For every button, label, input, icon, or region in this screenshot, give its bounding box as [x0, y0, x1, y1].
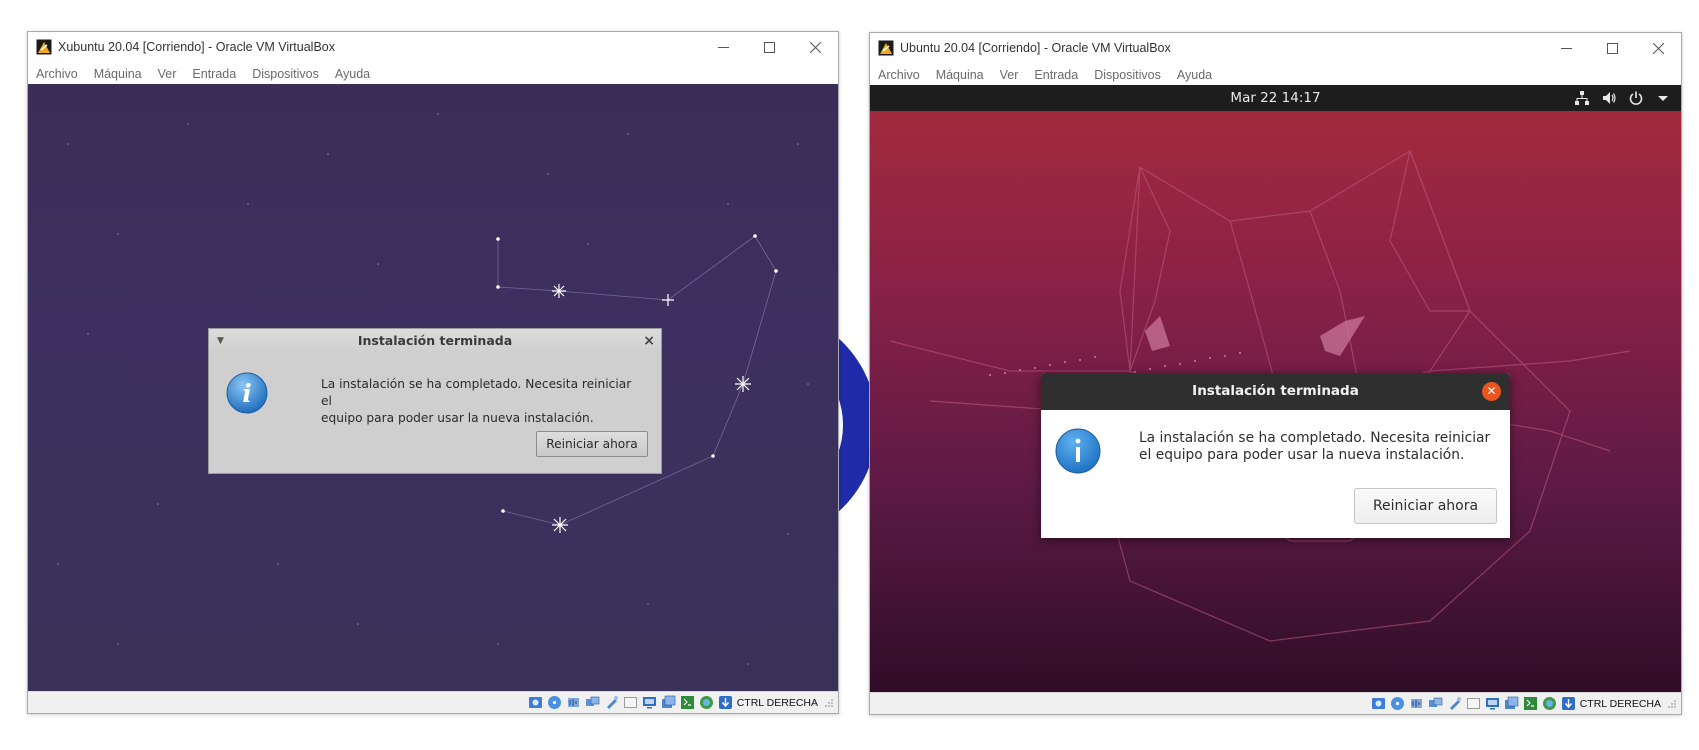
shared-folders-icon[interactable] [1466, 696, 1481, 711]
usb-icon[interactable] [604, 695, 619, 710]
desktop: Xubuntu 20.04 [Corriendo] - Oracle VM Vi… [0, 0, 1699, 750]
system-tray[interactable] [1563, 85, 1671, 111]
svg-text:i: i [242, 379, 252, 408]
minimize-icon [717, 46, 729, 48]
host-key-arrow-icon[interactable] [718, 695, 733, 710]
menu-archivo[interactable]: Archivo [878, 68, 920, 82]
resize-grip-icon[interactable] [824, 698, 834, 708]
video-capture-icon[interactable] [661, 695, 676, 710]
menu-dispositivos[interactable]: Dispositivos [1094, 68, 1161, 82]
dialog-message: La instalación se ha completado. Necesit… [1139, 430, 1499, 464]
info-icon: i [226, 372, 268, 414]
dialog-close-icon[interactable]: ✕ [1482, 382, 1501, 401]
dialog-titlebar[interactable]: Instalación terminada ✕ [1041, 373, 1510, 410]
install-complete-dialog: ▼ Instalación terminada × i La instalaci… [208, 328, 662, 474]
virtualbox-window-xubuntu[interactable]: Xubuntu 20.04 [Corriendo] - Oracle VM Vi… [27, 31, 839, 714]
dialog-message-line2: el equipo para poder usar la nueva insta… [1139, 447, 1465, 463]
menu-ver[interactable]: Ver [1000, 68, 1019, 82]
resize-grip-icon[interactable] [1667, 699, 1677, 709]
menu-ver[interactable]: Ver [158, 67, 177, 81]
dialog-title: Instalación terminada [357, 333, 513, 348]
network-adapter-icon[interactable] [585, 695, 600, 710]
close-button[interactable] [1635, 33, 1681, 63]
shared-folders-icon[interactable] [623, 695, 638, 710]
video-capture-icon[interactable] [1504, 696, 1519, 711]
window-title: Ubuntu 20.04 [Corriendo] - Oracle VM Vir… [900, 41, 1171, 55]
network-icon [1575, 91, 1589, 105]
menu-ayuda[interactable]: Ayuda [1177, 68, 1212, 82]
power-icon [1629, 91, 1643, 105]
window-titlebar[interactable]: Ubuntu 20.04 [Corriendo] - Oracle VM Vir… [870, 33, 1681, 63]
dialog-close-icon[interactable]: × [643, 329, 655, 353]
virtualbox-window-ubuntu[interactable]: Ubuntu 20.04 [Corriendo] - Oracle VM Vir… [869, 32, 1682, 715]
window-title: Xubuntu 20.04 [Corriendo] - Oracle VM Vi… [58, 40, 335, 54]
gnome-top-bar: Mar 22 14:17 [870, 85, 1681, 111]
restart-now-button[interactable]: Reiniciar ahora [1354, 488, 1497, 524]
dialog-titlebar[interactable]: ▼ Instalación terminada × [209, 329, 661, 353]
volume-icon [1603, 92, 1616, 104]
vm-statusbar: CTRL DERECHA [870, 692, 1681, 714]
maximize-icon [1606, 42, 1618, 54]
usb-icon[interactable] [1447, 696, 1462, 711]
install-complete-dialog: Instalación terminada ✕ La instalación s… [1041, 373, 1510, 538]
host-key-arrow-icon[interactable] [1561, 696, 1576, 711]
window-titlebar[interactable]: Xubuntu 20.04 [Corriendo] - Oracle VM Vi… [28, 32, 838, 62]
menubar: Archivo Máquina Ver Entrada Dispositivos… [870, 64, 1681, 86]
guest-additions-icon[interactable] [1542, 696, 1557, 711]
vm-screen-ubuntu[interactable]: Mar 22 14:17 Instalación terminada ✕ La … [870, 85, 1681, 693]
optical-drive-icon[interactable] [547, 695, 562, 710]
menu-arrow-icon [1658, 96, 1668, 101]
restart-now-button[interactable]: Reiniciar ahora [536, 431, 648, 457]
menu-maquina[interactable]: Máquina [936, 68, 984, 82]
vm-screen-xubuntu[interactable]: ▼ Instalación terminada × i La instalaci… [28, 84, 838, 692]
menu-entrada[interactable]: Entrada [1034, 68, 1078, 82]
menubar: Archivo Máquina Ver Entrada Dispositivos… [28, 63, 838, 85]
host-key-label: CTRL DERECHA [736, 696, 818, 709]
minimize-button[interactable] [1543, 33, 1589, 63]
display-icon[interactable] [642, 695, 657, 710]
hard-disk-icon[interactable] [528, 695, 543, 710]
audio-icon[interactable] [566, 695, 581, 710]
close-button[interactable] [792, 32, 838, 62]
menu-entrada[interactable]: Entrada [192, 67, 236, 81]
menu-dispositivos[interactable]: Dispositivos [252, 67, 319, 81]
optical-drive-icon[interactable] [1390, 696, 1405, 711]
dialog-message: La instalación se ha completado. Necesit… [321, 376, 641, 427]
close-icon [1652, 42, 1664, 54]
hard-disk-icon[interactable] [1371, 696, 1386, 711]
maximize-button[interactable] [746, 32, 792, 62]
audio-icon[interactable] [1409, 696, 1424, 711]
network-adapter-icon[interactable] [1428, 696, 1443, 711]
window-menu-arrow-icon[interactable]: ▼ [217, 329, 224, 353]
vm-process-icon[interactable] [1523, 696, 1538, 711]
display-icon[interactable] [1485, 696, 1500, 711]
menu-maquina[interactable]: Máquina [94, 67, 142, 81]
menu-ayuda[interactable]: Ayuda [335, 67, 370, 81]
dialog-message-line1: La instalación se ha completado. Necesit… [321, 377, 632, 408]
clock[interactable]: Mar 22 14:17 [870, 85, 1681, 111]
vm-process-icon[interactable] [680, 695, 695, 710]
menu-archivo[interactable]: Archivo [36, 67, 78, 81]
minimize-icon [1560, 47, 1572, 49]
close-icon [809, 41, 821, 53]
maximize-button[interactable] [1589, 33, 1635, 63]
dialog-message-line1: La instalación se ha completado. Necesit… [1139, 430, 1491, 446]
host-key-label: CTRL DERECHA [1579, 697, 1661, 710]
maximize-icon [763, 41, 775, 53]
dialog-title: Instalación terminada [1192, 383, 1359, 399]
virtualbox-icon [36, 39, 52, 55]
minimize-button[interactable] [700, 32, 746, 62]
info-icon [1055, 428, 1101, 474]
guest-additions-icon[interactable] [699, 695, 714, 710]
virtualbox-icon [878, 40, 894, 56]
vm-statusbar: CTRL DERECHA [28, 691, 838, 713]
dialog-message-line2: equipo para poder usar la nueva instalac… [321, 411, 594, 425]
